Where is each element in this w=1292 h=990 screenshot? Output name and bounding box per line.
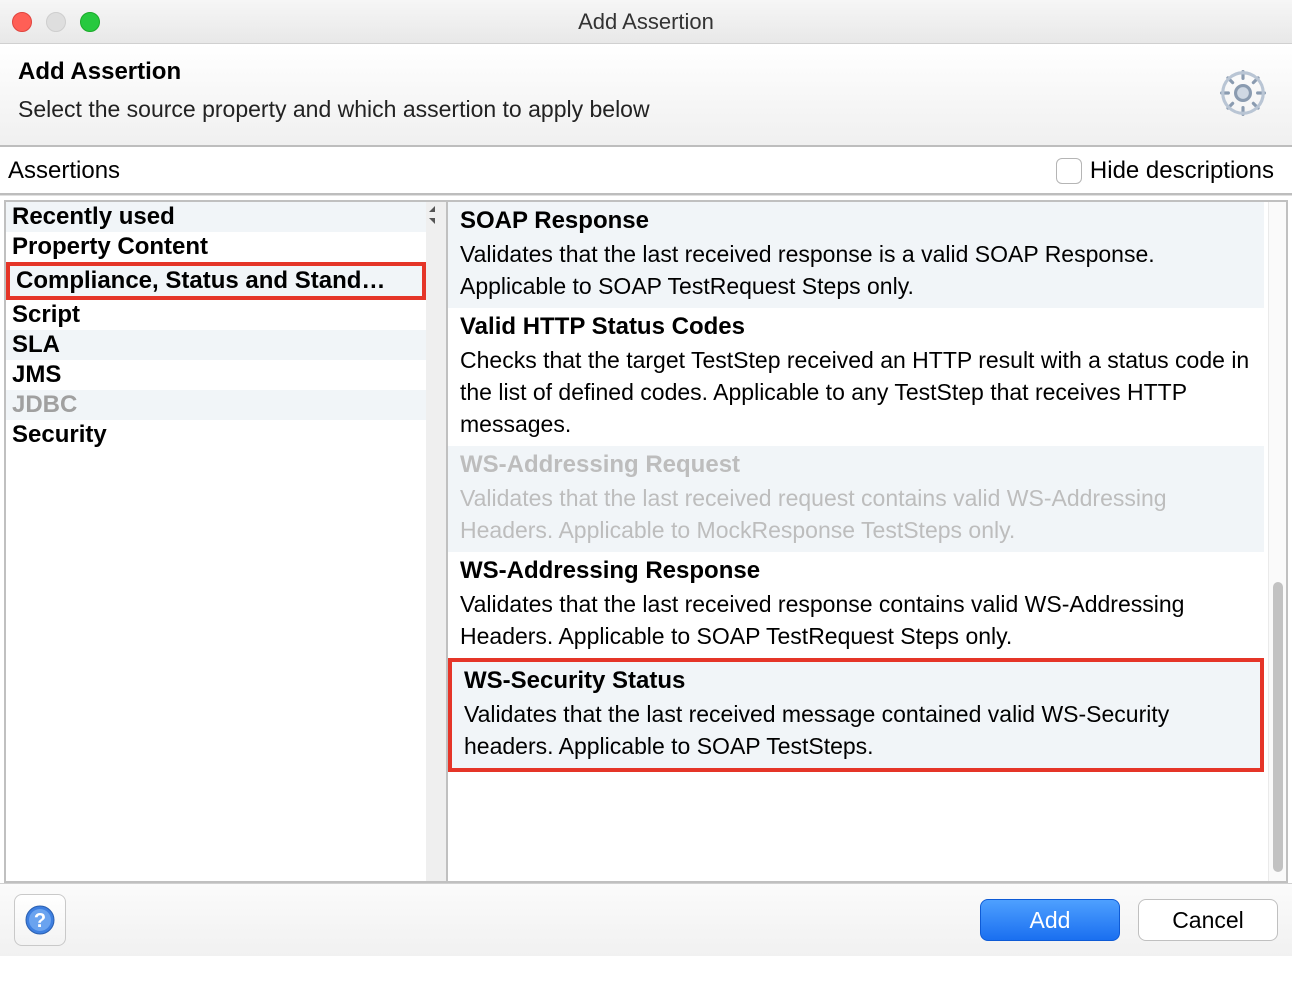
category-item[interactable]: JMS [6, 360, 426, 390]
titlebar: Add Assertion [0, 0, 1292, 44]
maximize-window-button[interactable] [80, 12, 100, 32]
category-item[interactable]: Security [6, 420, 426, 450]
hide-descriptions-label: Hide descriptions [1090, 157, 1274, 185]
assertion-item[interactable]: WS-Security StatusValidates that the las… [448, 658, 1264, 772]
assertion-title: Valid HTTP Status Codes [460, 310, 1254, 344]
category-item[interactable]: SLA [6, 330, 426, 360]
assertion-title: WS-Addressing Request [460, 448, 1254, 482]
gear-icon[interactable] [1216, 66, 1270, 126]
assertion-title: WS-Addressing Response [460, 554, 1254, 588]
assertion-description: Validates that the last received respons… [460, 238, 1254, 302]
category-item[interactable]: Compliance, Status and Stand… [6, 262, 426, 300]
add-button[interactable]: Add [980, 899, 1120, 941]
main-content: Recently usedProperty ContentCompliance,… [0, 195, 1292, 883]
header: Add Assertion Select the source property… [0, 44, 1292, 147]
assertion-title: WS-Security Status [464, 664, 1250, 698]
minimize-window-button[interactable] [46, 12, 66, 32]
category-item[interactable]: Property Content [6, 232, 426, 262]
assertion-description: Validates that the last received respons… [460, 588, 1254, 652]
help-button[interactable]: ? [14, 894, 66, 946]
category-list[interactable]: Recently usedProperty ContentCompliance,… [4, 200, 426, 883]
footer: ? Add Cancel [0, 883, 1292, 956]
assertions-label: Assertions [8, 157, 120, 185]
category-item: JDBC [6, 390, 426, 420]
assertion-title: SOAP Response [460, 204, 1254, 238]
category-item[interactable]: Recently used [6, 202, 426, 232]
assertion-item[interactable]: Valid HTTP Status CodesChecks that the t… [448, 308, 1264, 446]
subbar: Assertions Hide descriptions [0, 147, 1292, 195]
header-title: Add Assertion [18, 58, 1274, 86]
assertion-item[interactable]: SOAP ResponseValidates that the last rec… [448, 202, 1264, 308]
assertion-list[interactable]: SOAP ResponseValidates that the last rec… [448, 202, 1268, 881]
close-window-button[interactable] [12, 12, 32, 32]
assertion-item: WS-Addressing RequestValidates that the … [448, 446, 1264, 552]
assertion-item[interactable]: WS-Addressing ResponseValidates that the… [448, 552, 1264, 658]
header-subtitle: Select the source property and which ass… [18, 96, 1274, 123]
assertion-pane: SOAP ResponseValidates that the last rec… [446, 200, 1288, 883]
traffic-lights [12, 12, 100, 32]
category-item[interactable]: Script [6, 300, 426, 330]
window-title: Add Assertion [578, 9, 714, 35]
hide-descriptions-toggle[interactable]: Hide descriptions [1056, 157, 1274, 185]
assertion-description: Checks that the target TestStep received… [460, 344, 1254, 441]
assertion-description: Validates that the last received request… [460, 482, 1254, 546]
scrollbar-thumb[interactable] [1273, 582, 1283, 872]
svg-text:?: ? [34, 910, 46, 932]
assertion-description: Validates that the last received message… [464, 698, 1250, 762]
hide-descriptions-checkbox[interactable] [1056, 158, 1082, 184]
scrollbar[interactable] [1268, 202, 1286, 881]
pane-divider[interactable] [426, 200, 446, 883]
cancel-button[interactable]: Cancel [1138, 899, 1278, 941]
